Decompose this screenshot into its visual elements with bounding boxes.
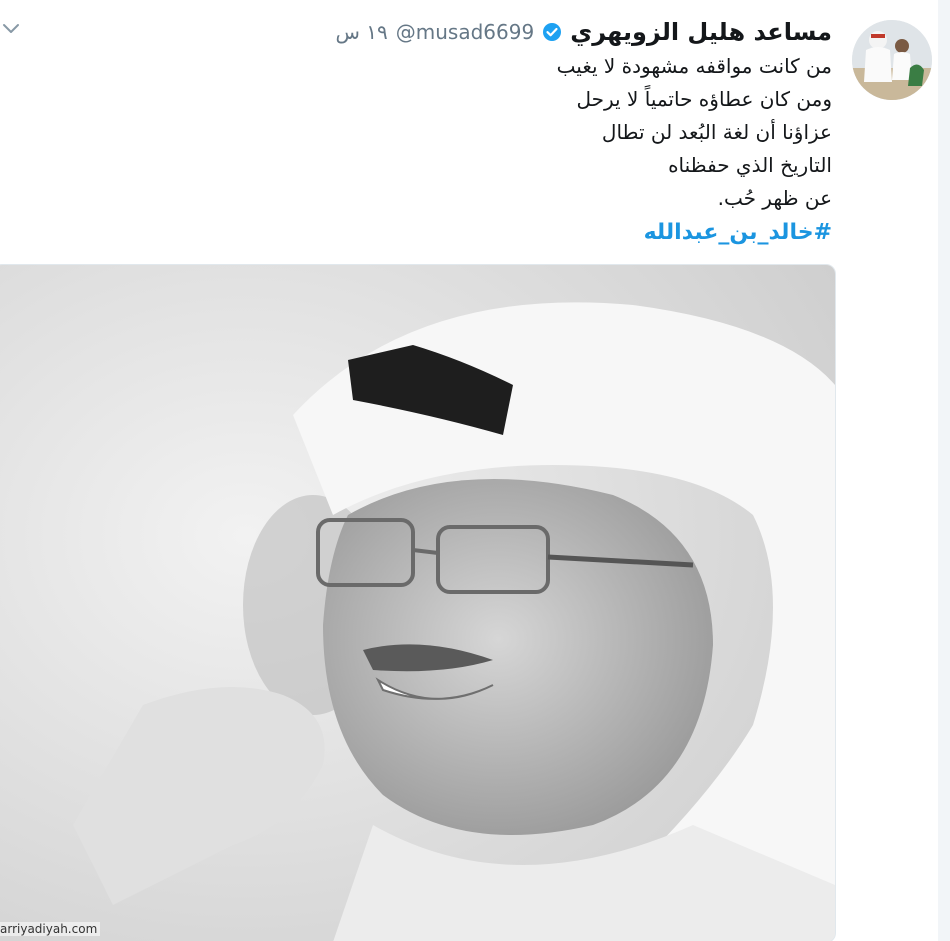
tweet-line-3: عزاؤنا أن لغة البُعد لن تطال [601, 120, 832, 144]
watermark: arriyadiyah.com [0, 922, 101, 936]
user-handle[interactable]: @musad6699 [396, 20, 534, 44]
timestamp[interactable]: ١٩ س [336, 20, 388, 44]
tweet-line-1: من كانت مواقفه مشهودة لا يغيب [556, 54, 832, 78]
verified-badge-icon [543, 23, 562, 41]
tweet-line-2: ومن كان عطاؤه حاتمياً لا يرحل [576, 87, 833, 111]
chevron-down-icon[interactable] [2, 20, 20, 38]
hashtag-link[interactable]: #خالد_بن_عبدالله [112, 215, 832, 251]
page-gutter [938, 0, 950, 941]
tweet-line-5: عن ظهر حُب. [717, 186, 832, 210]
portrait-photo [0, 265, 835, 941]
avatar-image [852, 20, 932, 100]
tweet-line-4: التاريخ الذي حفظناه [668, 153, 832, 177]
tweet-photo[interactable]: arriyadiyah.com [0, 264, 836, 941]
tweet-header: مساعد هليل الزويهري @musad6699 ١٩ س [336, 14, 833, 50]
tweet-page: مساعد هليل الزويهري @musad6699 ١٩ س من ك… [0, 0, 950, 941]
avatar[interactable] [852, 20, 932, 100]
tweet-text: من كانت مواقفه مشهودة لا يغيب ومن كان عط… [112, 50, 832, 251]
display-name[interactable]: مساعد هليل الزويهري [570, 18, 832, 46]
